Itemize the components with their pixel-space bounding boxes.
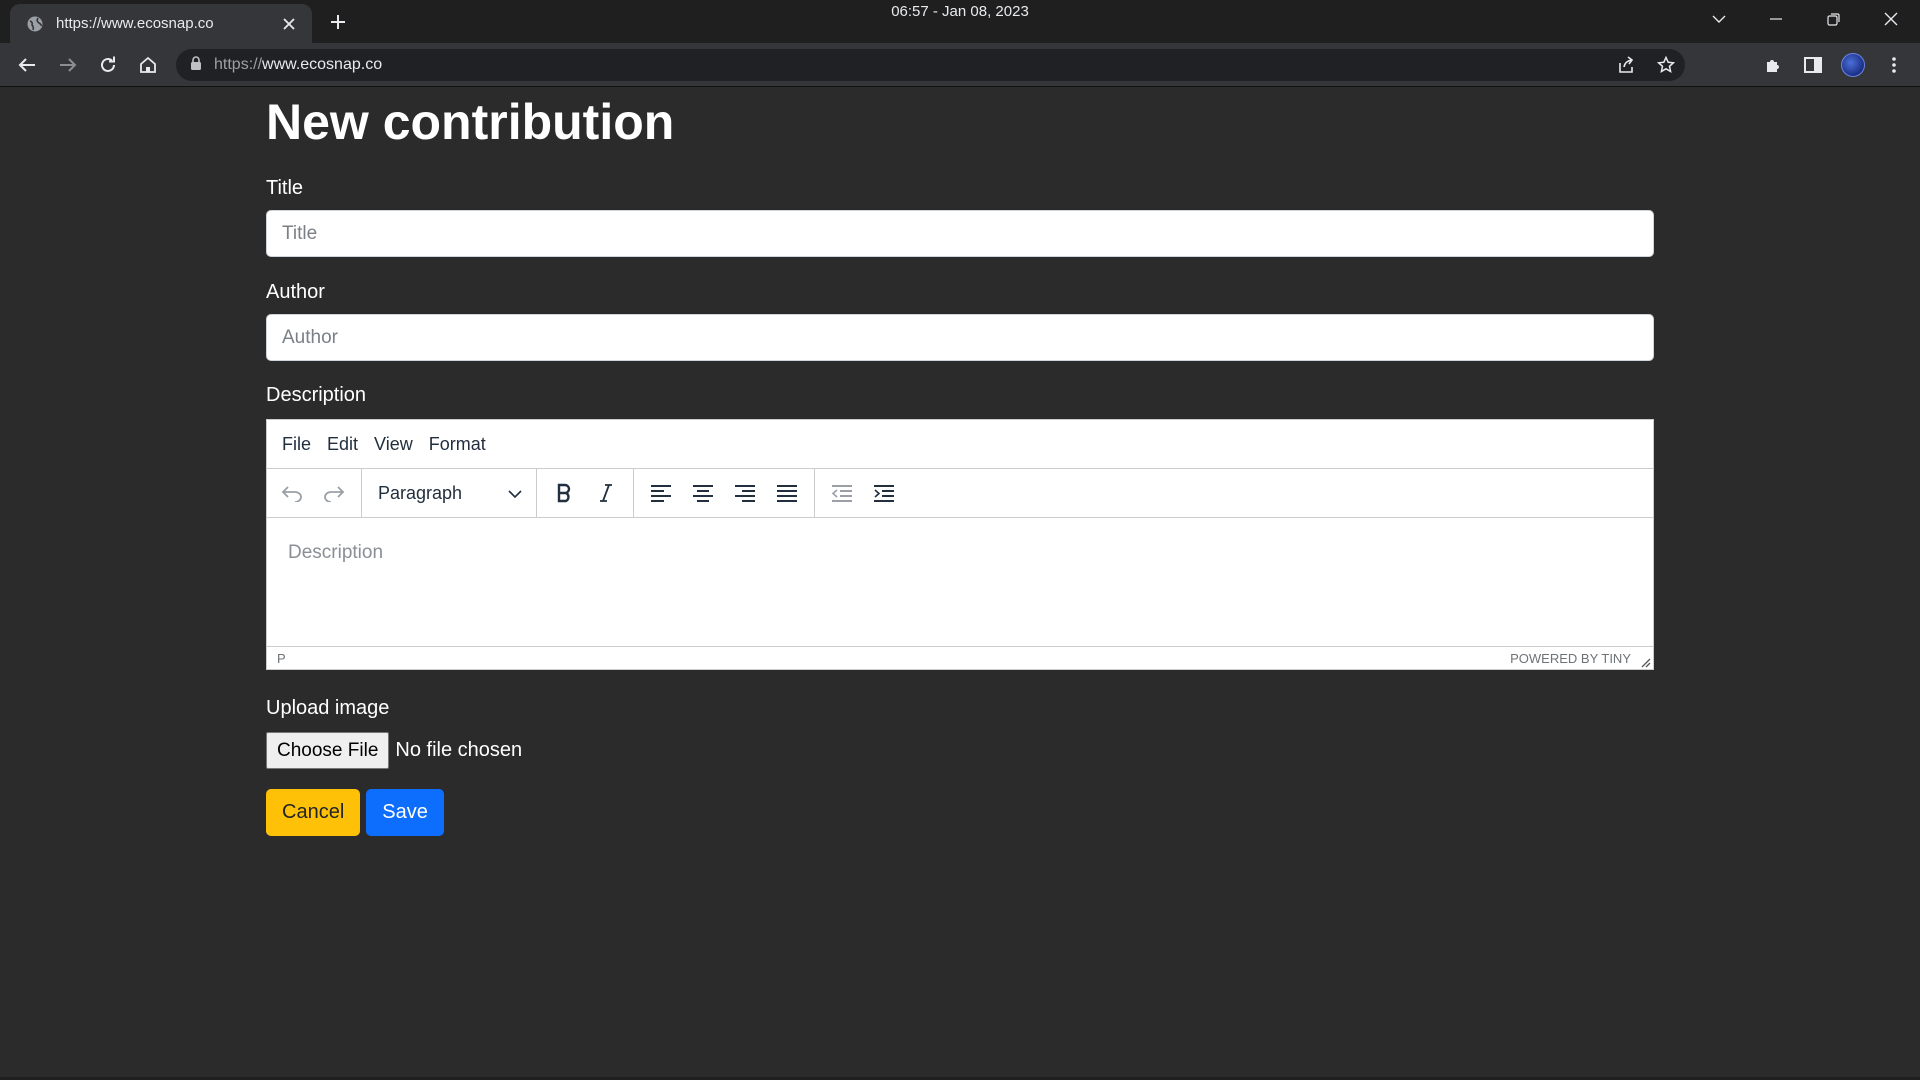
browser-toolbar: https://www.ecosnap.co [0,43,1920,87]
restore-icon[interactable] [1818,6,1848,32]
sidepanel-icon[interactable] [1799,51,1827,79]
cancel-button[interactable]: Cancel [266,789,361,836]
align-center-icon[interactable] [685,475,721,511]
form-actions: Cancel Save [266,789,1654,836]
close-window-icon[interactable] [1876,6,1906,32]
star-icon[interactable] [1653,52,1679,78]
choose-file-button[interactable]: Choose File [266,732,390,769]
menu-file[interactable]: File [274,428,319,461]
rich-text-editor: File Edit View Format Paragraph Descript… [266,419,1654,670]
element-path[interactable]: P [277,651,286,666]
browser-tab[interactable]: https://www.ecosnap.co [10,4,312,43]
lock-icon[interactable] [190,55,202,75]
minimize-icon[interactable] [1761,6,1791,32]
plus-icon[interactable] [325,9,351,35]
reload-icon[interactable] [94,51,122,79]
bold-icon[interactable] [546,475,582,511]
back-arrow-icon[interactable] [13,51,41,79]
chevron-down-icon[interactable] [1704,6,1734,32]
contribution-form: New contribution Title Author Descriptio… [266,88,1654,836]
align-right-icon[interactable] [727,475,763,511]
align-left-icon[interactable] [643,475,679,511]
globe-icon [26,15,44,33]
author-label: Author [266,281,325,303]
undo-icon[interactable] [274,475,310,511]
upload-label: Upload image [266,697,390,719]
italic-icon[interactable] [588,475,624,511]
editor-content-area[interactable]: Description [267,518,1653,646]
block-format-value: Paragraph [378,482,463,503]
kebab-menu-icon[interactable] [1880,51,1908,79]
indent-icon[interactable] [866,475,902,511]
editor-toolbar: Paragraph [267,469,1653,518]
tab-title: https://www.ecosnap.co [56,15,214,32]
browser-tab-bar: https://www.ecosnap.co 06:57 - Jan 08, 2… [0,0,1920,43]
close-icon[interactable] [278,13,300,35]
chevron-down-icon [508,483,522,504]
menu-format[interactable]: Format [421,428,494,461]
author-input[interactable] [266,314,1654,361]
block-format-select[interactable]: Paragraph [368,475,530,511]
share-icon[interactable] [1613,52,1639,78]
outdent-icon[interactable] [824,475,860,511]
align-justify-icon[interactable] [769,475,805,511]
editor-menubar: File Edit View Format [267,420,1653,469]
file-input: Choose File No file chosen [266,732,1654,769]
title-input[interactable] [266,210,1654,257]
editor-statusbar: P POWERED BY TINY [267,646,1653,669]
forward-arrow-icon[interactable] [54,51,82,79]
menu-view[interactable]: View [366,428,421,461]
save-button[interactable]: Save [366,789,444,836]
powered-by-tiny[interactable]: POWERED BY TINY [1510,651,1631,666]
home-icon[interactable] [134,51,162,79]
puzzle-icon[interactable] [1759,51,1787,79]
avatar[interactable] [1839,51,1867,79]
url-text: https://www.ecosnap.co [214,56,383,73]
description-label: Description [266,384,367,406]
file-status-text: No file chosen [395,739,523,761]
resize-handle-icon[interactable] [1639,655,1651,668]
redo-icon[interactable] [316,475,352,511]
page-title: New contribution [266,94,675,150]
menu-edit[interactable]: Edit [319,428,366,461]
title-label: Title [266,177,304,199]
address-bar[interactable]: https://www.ecosnap.co [176,49,1685,81]
